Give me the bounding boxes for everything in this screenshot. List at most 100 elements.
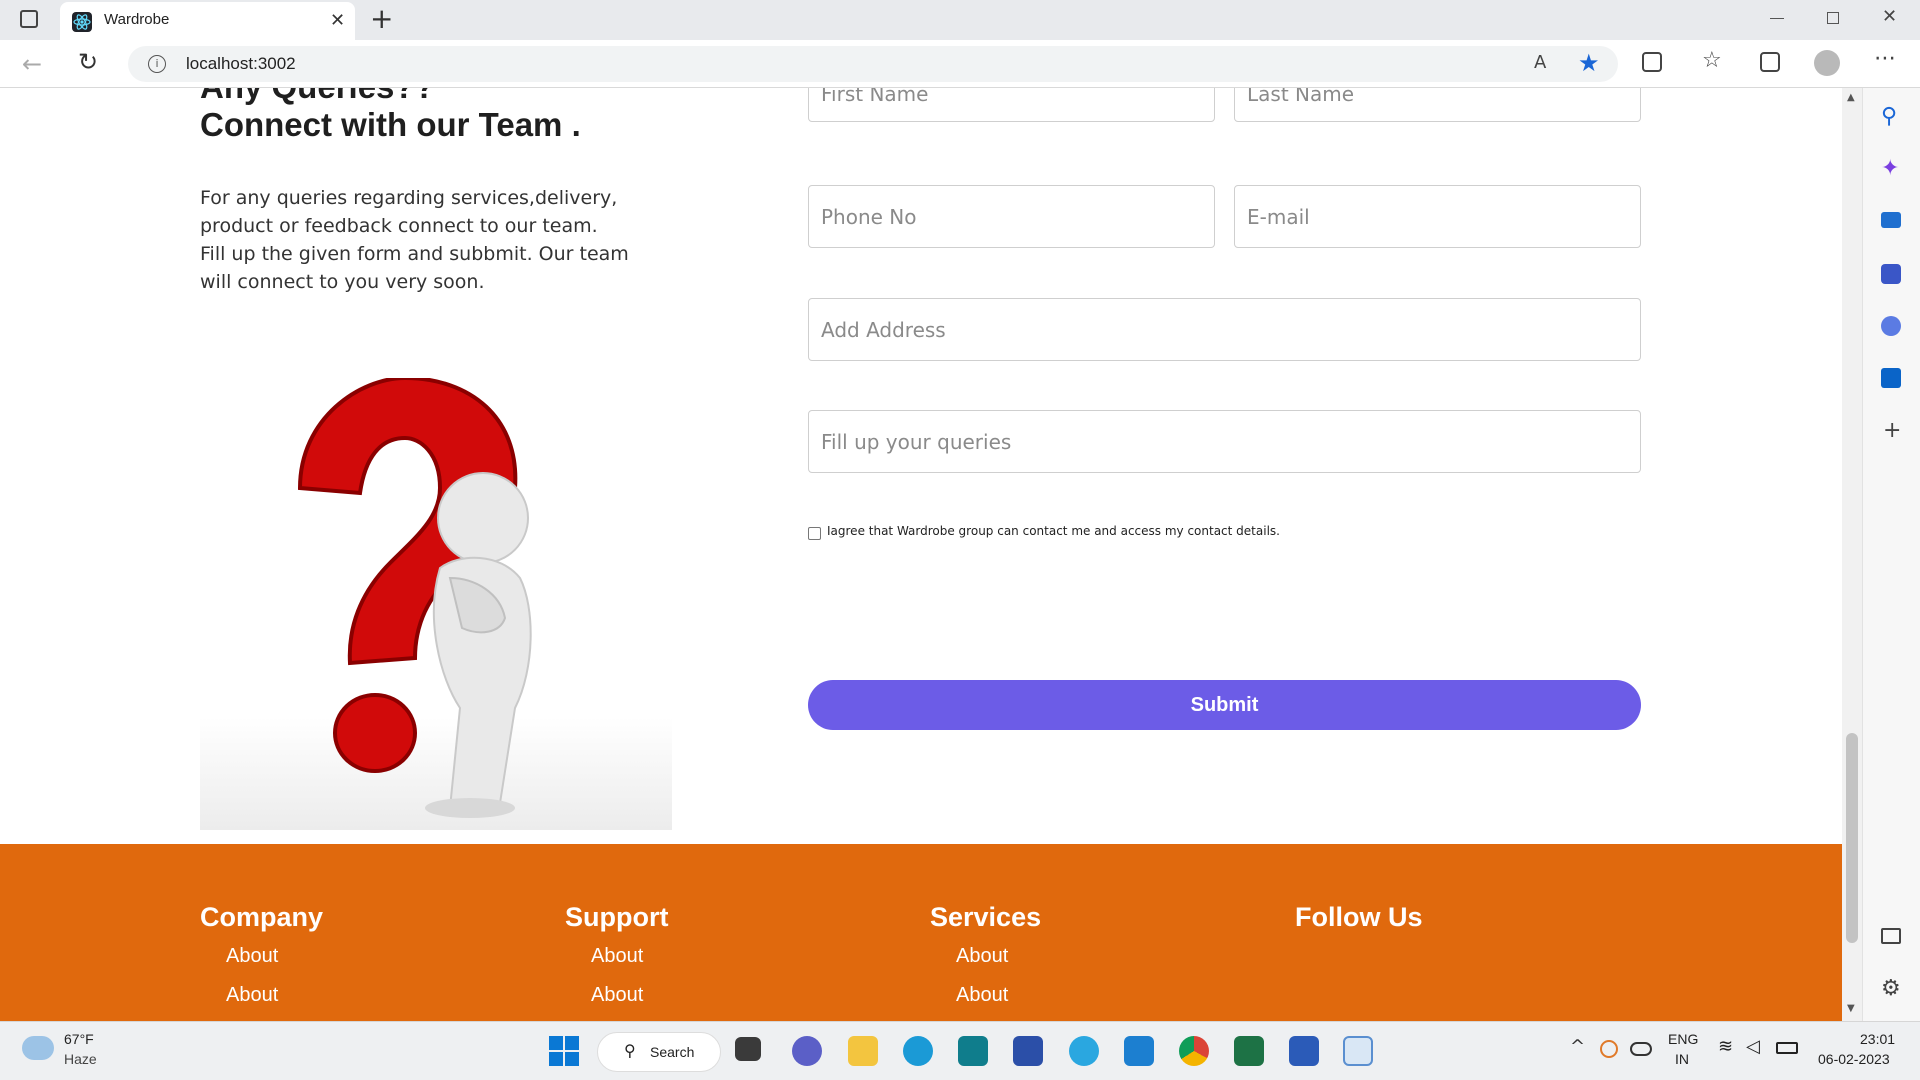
page-content: Any Queries?? Connect with our Team . Fo… [0, 88, 1842, 1021]
favorites-icon[interactable]: ☆ [1702, 48, 1722, 73]
address-placeholder: Add Address [821, 317, 946, 342]
footer-column-follow: Follow Us [1295, 902, 1423, 933]
onedrive-icon[interactable] [1630, 1042, 1652, 1056]
consent-label: Iagree that Wardrobe group can contact m… [827, 524, 1280, 538]
help-icon[interactable] [1069, 1036, 1099, 1066]
contact-description: For any queries regarding services,deliv… [200, 184, 640, 296]
edge-sidebar: ⚲ ✦ + ⚙ [1862, 88, 1920, 1021]
last-name-input[interactable]: Last Name [1234, 88, 1641, 122]
battery-icon[interactable] [1776, 1042, 1798, 1054]
description-line: For any queries regarding services,deliv… [200, 187, 618, 209]
footer-link[interactable]: About [226, 984, 323, 1007]
wifi-icon[interactable]: ≋ [1718, 1036, 1733, 1057]
email-placeholder: E-mail [1247, 204, 1310, 229]
task-view-icon[interactable] [735, 1037, 761, 1061]
tray-app-icon[interactable] [1600, 1040, 1618, 1058]
teams-chat-icon[interactable] [792, 1036, 822, 1066]
url-text: localhost:3002 [186, 54, 296, 73]
site-info-icon[interactable]: i [148, 55, 166, 73]
vscode-icon[interactable] [1124, 1036, 1154, 1066]
favorite-star-icon[interactable]: ★ [1578, 49, 1600, 77]
phone-placeholder: Phone No [821, 204, 917, 229]
more-menu-icon[interactable]: ⋯ [1874, 46, 1896, 71]
read-aloud-icon[interactable]: A [1534, 52, 1546, 73]
first-name-placeholder: First Name [821, 88, 929, 106]
file-explorer-icon[interactable] [848, 1036, 878, 1066]
react-favicon-icon [72, 12, 92, 32]
search-icon[interactable]: ⚲ [1881, 104, 1897, 129]
collections-icon[interactable] [1760, 52, 1780, 72]
heading-line1: Any Queries?? [200, 88, 435, 106]
tab-actions-icon[interactable] [20, 10, 38, 28]
browser-tab[interactable]: Wardrobe ✕ [60, 2, 355, 40]
shopping-icon[interactable] [1881, 212, 1901, 228]
footer-link[interactable]: About [591, 984, 668, 1007]
url-field[interactable]: i localhost:3002 A ★ [128, 46, 1618, 82]
language-line1[interactable]: ENG [1668, 1031, 1698, 1047]
page-scrollbar[interactable]: ▲ ▼ [1842, 88, 1862, 1021]
scroll-up-icon[interactable]: ▲ [1847, 92, 1855, 103]
profile-avatar[interactable] [1814, 50, 1840, 76]
site-footer: Company About About Support About About … [0, 844, 1842, 1021]
search-magnifier-icon: ⚲ [624, 1041, 636, 1060]
footer-link[interactable]: About [226, 945, 323, 968]
settings-gear-icon[interactable]: ⚙ [1881, 976, 1901, 1001]
language-line2[interactable]: IN [1675, 1051, 1689, 1067]
phone-input[interactable]: Phone No [808, 185, 1215, 248]
clock-time[interactable]: 23:01 [1860, 1031, 1895, 1047]
scrollbar-thumb[interactable] [1846, 733, 1858, 943]
store-icon[interactable] [1013, 1036, 1043, 1066]
excel-icon[interactable] [1234, 1036, 1264, 1066]
close-tab-icon[interactable]: ✕ [330, 10, 345, 31]
edge-browser-icon[interactable] [903, 1036, 933, 1066]
description-line: product or feedback connect to our team. [200, 215, 598, 237]
back-icon[interactable]: ← [22, 50, 42, 78]
footer-title: Support [565, 902, 669, 932]
clock-date[interactable]: 06-02-2023 [1818, 1051, 1890, 1067]
weather-icon[interactable] [22, 1036, 54, 1060]
footer-column-support: Support About About [565, 902, 668, 1007]
start-windows-icon[interactable] [549, 1036, 579, 1066]
copilot-icon[interactable]: ✦ [1881, 156, 1899, 181]
games-icon[interactable] [1881, 264, 1901, 284]
sidebar-collapse-icon[interactable] [1881, 928, 1901, 944]
footer-link[interactable]: About [956, 945, 1041, 968]
volume-icon[interactable]: ◁ [1746, 1036, 1760, 1057]
description-line: will connect to you very soon. [200, 271, 485, 293]
taskbar-search-box[interactable]: ⚲ Search [597, 1032, 721, 1072]
footer-column-services: Services About About [930, 902, 1041, 1007]
footer-title: Services [930, 902, 1042, 932]
footer-link[interactable]: About [591, 945, 668, 968]
app-icon[interactable] [958, 1036, 988, 1066]
chrome-icon[interactable] [1179, 1036, 1209, 1066]
snipping-tool-icon[interactable] [1343, 1036, 1373, 1066]
refresh-icon[interactable]: ↻ [78, 48, 98, 76]
footer-title: Company [200, 902, 324, 932]
queries-placeholder: Fill up your queries [821, 429, 1012, 454]
last-name-placeholder: Last Name [1247, 88, 1355, 106]
minimize-icon[interactable] [1770, 18, 1784, 19]
scroll-down-icon[interactable]: ▼ [1847, 1003, 1855, 1014]
outlook-icon[interactable] [1881, 368, 1901, 388]
tab-title: Wardrobe [104, 11, 170, 28]
weather-desc[interactable]: Haze [64, 1051, 97, 1067]
first-name-input[interactable]: First Name [808, 88, 1215, 122]
footer-title: Follow Us [1295, 902, 1423, 932]
question-mark-illustration [200, 375, 672, 830]
office-icon[interactable] [1881, 316, 1901, 336]
word-icon[interactable] [1289, 1036, 1319, 1066]
queries-input[interactable]: Fill up your queries [808, 410, 1641, 473]
add-app-icon[interactable]: + [1883, 418, 1901, 443]
extensions-icon[interactable] [1642, 52, 1662, 72]
description-line: Fill up the given form and subbmit. Our … [200, 243, 629, 265]
close-window-icon[interactable]: ✕ [1882, 6, 1897, 27]
restore-icon[interactable] [1827, 12, 1839, 24]
weather-temp[interactable]: 67°F [64, 1031, 94, 1047]
footer-link[interactable]: About [956, 984, 1041, 1007]
submit-button[interactable]: Submit [808, 680, 1641, 730]
consent-checkbox[interactable] [808, 527, 821, 540]
new-tab-icon[interactable]: + [370, 2, 393, 35]
address-input[interactable]: Add Address [808, 298, 1641, 361]
email-input[interactable]: E-mail [1234, 185, 1641, 248]
tray-chevron-icon[interactable]: ^ [1570, 1036, 1585, 1057]
